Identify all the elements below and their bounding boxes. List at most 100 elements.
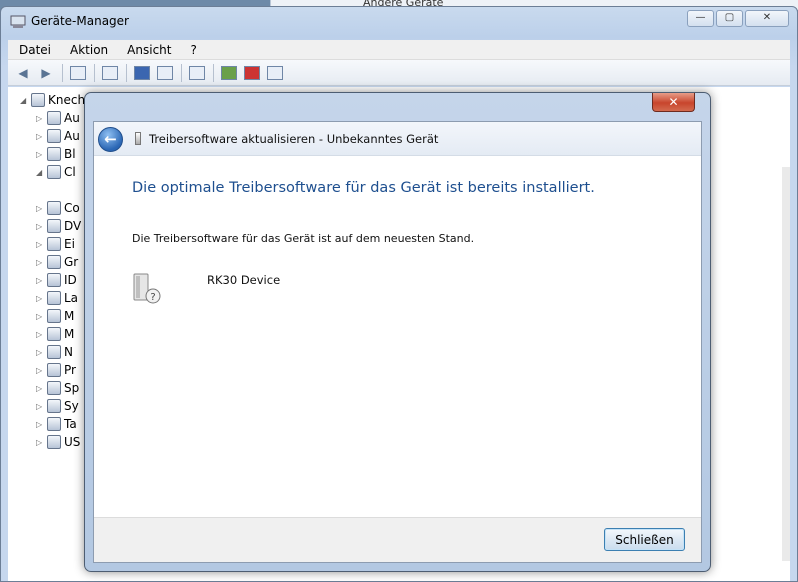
tree-item[interactable]: ▷ M (36, 307, 74, 325)
expand-icon[interactable]: ▷ (36, 150, 44, 159)
forward-arrow-icon[interactable]: ▶ (35, 63, 57, 83)
tree-item[interactable]: ◢ Cl (36, 163, 76, 181)
dialog-close-button[interactable]: ✕ (652, 93, 695, 112)
ide-controller-icon (47, 273, 61, 287)
collapse-icon[interactable]: ◢ (36, 168, 44, 177)
menu-aktion[interactable]: Aktion (59, 43, 116, 57)
tree-item[interactable]: ▷ La (36, 289, 78, 307)
expand-icon[interactable]: ▷ (36, 222, 44, 231)
tree-item-label: Co (64, 201, 80, 215)
computer-icon (47, 201, 61, 215)
expand-icon[interactable]: ▷ (36, 312, 44, 321)
tree-root-label: Knech (48, 93, 86, 107)
minimize-button[interactable]: — (687, 10, 714, 27)
properties-icon[interactable] (99, 63, 121, 83)
menu-ansicht[interactable]: Ansicht (116, 43, 179, 57)
maximize-button[interactable]: ▢ (716, 10, 743, 27)
tree-item-label: M (64, 309, 75, 323)
tree-item-label: La (64, 291, 79, 305)
tree-item-label: Cl (64, 165, 76, 179)
scrollbar[interactable] (782, 167, 790, 561)
toolbar-separator (62, 63, 63, 82)
monitor-icon (47, 327, 61, 341)
console-tree-icon[interactable] (67, 63, 89, 83)
uninstall-icon[interactable] (241, 63, 263, 83)
expand-icon[interactable]: ▷ (36, 420, 44, 429)
tree-item[interactable]: ▷ M (36, 325, 74, 343)
disk-drive-icon (47, 219, 61, 233)
tree-item[interactable]: ▷ Au (36, 127, 80, 145)
tree-item[interactable]: ▷ US (36, 433, 80, 451)
tree-item[interactable]: ▷ DV (36, 217, 81, 235)
tree-item[interactable]: ▷ Au (36, 109, 80, 127)
expand-icon[interactable]: ▷ (36, 402, 44, 411)
unknown-device-icon: ? (133, 273, 161, 304)
expand-icon[interactable]: ▷ (36, 204, 44, 213)
svg-text:?: ? (150, 292, 155, 303)
tree-item[interactable]: ▷ Sy (36, 397, 79, 415)
expand-icon[interactable]: ▷ (36, 294, 44, 303)
tree-item[interactable]: ▷ Co (36, 199, 80, 217)
view-icon[interactable] (154, 63, 176, 83)
tree-root[interactable]: ◢ Knech (20, 91, 85, 109)
dialog-footer: Schließen (94, 517, 701, 562)
mouse-icon (47, 309, 61, 323)
collapse-icon[interactable]: ◢ (20, 96, 28, 105)
tree-item[interactable]: ▷ Ei (36, 235, 75, 253)
device-manager-icon (10, 15, 26, 28)
tree-item[interactable]: ▷ Ta (36, 415, 77, 433)
tree-item-label: Ta (64, 417, 77, 431)
window-title: Geräte-Manager (31, 14, 129, 28)
dialog-title: Treibersoftware aktualisieren - Unbekann… (149, 132, 439, 146)
expand-icon[interactable]: ▷ (36, 330, 44, 339)
caption-buttons: — ▢ ✕ (687, 10, 789, 27)
help-icon[interactable] (131, 63, 153, 83)
storage-controller-icon (47, 381, 61, 395)
tree-item-label: M (64, 327, 75, 341)
menu-help[interactable]: ? (179, 43, 204, 57)
menu-bar: Datei Aktion Ansicht ? (8, 40, 790, 60)
back-button[interactable]: ← (98, 127, 123, 152)
expand-icon[interactable]: ▷ (36, 258, 44, 267)
menu-datei[interactable]: Datei (8, 43, 59, 57)
scan-hardware-icon[interactable] (186, 63, 208, 83)
network-adapter-icon (47, 345, 61, 359)
update-driver-icon[interactable] (218, 63, 240, 83)
display-adapter-icon (47, 255, 61, 269)
drive-icon (47, 291, 61, 305)
toolbar-separator (94, 63, 95, 82)
tree-item[interactable]: ▷ ID (36, 271, 77, 289)
tree-item[interactable]: ▷ Pr (36, 361, 76, 379)
tree-item-label: Au (64, 111, 80, 125)
tree-item-label: Gr (64, 255, 79, 269)
disable-icon[interactable] (264, 63, 286, 83)
bluetooth-icon (47, 147, 61, 161)
tree-item-label: US (64, 435, 81, 449)
tree-item-label: Sy (64, 399, 79, 413)
close-window-button[interactable]: ✕ (745, 10, 789, 27)
expand-icon[interactable]: ▷ (36, 276, 44, 285)
toolbar-separator (126, 63, 127, 82)
system-device-icon (47, 399, 61, 413)
expand-icon[interactable]: ▷ (36, 348, 44, 357)
expand-icon[interactable]: ▷ (36, 384, 44, 393)
tree-item-label: Sp (64, 381, 80, 395)
close-button[interactable]: Schließen (604, 528, 685, 551)
tree-item[interactable]: ▷ Gr (36, 253, 78, 271)
tree-item[interactable]: ▷ Bl (36, 145, 76, 163)
tree-item-label: Pr (64, 363, 76, 377)
device-name: RK30 Device (207, 273, 281, 287)
input-device-icon (47, 237, 61, 251)
keyboard-icon (47, 417, 61, 431)
expand-icon[interactable]: ▷ (36, 366, 44, 375)
tree-item[interactable]: ▷ Sp (36, 379, 79, 397)
expand-icon[interactable]: ▷ (36, 114, 44, 123)
tree-item-label: Ei (64, 237, 75, 251)
back-arrow-icon[interactable]: ◀ (12, 63, 34, 83)
tree-item[interactable]: ▷ N (36, 343, 73, 361)
main-instruction: Die optimale Treibersoftware für das Ger… (132, 180, 595, 196)
expand-icon[interactable]: ▷ (36, 240, 44, 249)
expand-icon[interactable]: ▷ (36, 132, 44, 141)
expand-icon[interactable]: ▷ (36, 438, 44, 447)
toolbar-separator (213, 63, 214, 82)
